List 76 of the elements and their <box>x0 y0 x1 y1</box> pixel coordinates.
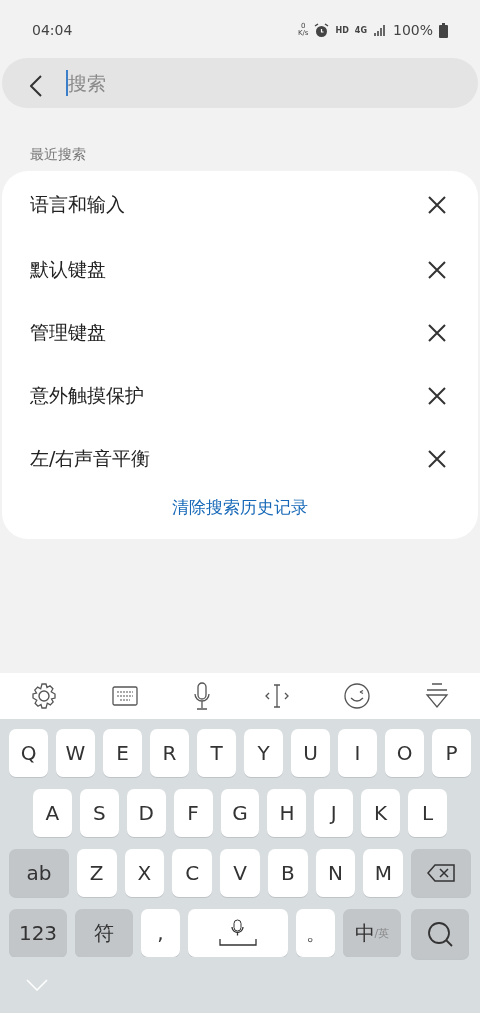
recent-search-item[interactable]: 意外触摸保护 <box>30 382 426 409</box>
key[interactable]: D <box>126 789 166 837</box>
settings-icon <box>31 683 58 709</box>
key[interactable]: P <box>432 729 471 777</box>
settings-button[interactable] <box>31 683 58 709</box>
backspace-icon <box>427 864 456 882</box>
keyboard-icon <box>112 686 138 706</box>
key[interactable]: A <box>33 789 72 837</box>
key[interactable]: 。 <box>296 909 335 957</box>
network-type: 4G <box>354 25 367 35</box>
back-icon <box>30 75 42 97</box>
key[interactable]: B <box>267 849 308 897</box>
close-icon <box>428 449 446 468</box>
alarm-icon <box>314 22 330 38</box>
search-field[interactable]: 搜索 <box>2 58 478 108</box>
key[interactable]: M <box>363 849 404 897</box>
hide-keyboard-button[interactable] <box>424 683 449 709</box>
key[interactable]: G <box>220 789 260 837</box>
remove-button[interactable] <box>426 321 448 344</box>
key[interactable]: W <box>56 729 95 777</box>
key[interactable]: L <box>408 789 447 837</box>
signal-icon <box>372 24 387 36</box>
search-key[interactable] <box>410 909 469 959</box>
key[interactable]: Z <box>76 849 117 897</box>
key[interactable]: , <box>141 909 180 957</box>
key[interactable]: S <box>79 789 119 837</box>
remove-button[interactable] <box>426 258 448 281</box>
clock: 04:04 <box>32 22 74 38</box>
space-key[interactable] <box>187 909 289 957</box>
hd-indicator: HD <box>335 25 349 35</box>
text-cursor-icon <box>265 683 290 709</box>
recent-search-item[interactable]: 默认键盘 <box>30 256 426 283</box>
key[interactable]: 123 <box>9 909 67 957</box>
key[interactable]: H <box>267 789 307 837</box>
key[interactable]: Q <box>9 729 48 777</box>
space-mic-icon <box>218 919 258 947</box>
remove-button[interactable] <box>426 194 448 216</box>
recent-search-item[interactable]: 左/右声音平衡 <box>30 445 426 472</box>
section-heading: 最近搜索 <box>29 145 87 164</box>
close-icon <box>428 386 446 405</box>
key[interactable]: J <box>314 789 354 837</box>
key[interactable]: R <box>150 729 189 777</box>
key[interactable]: O <box>385 729 424 777</box>
cursor-button[interactable] <box>265 683 290 709</box>
emoji-icon <box>343 683 370 709</box>
close-icon <box>428 323 446 342</box>
collapse-icon <box>424 683 449 709</box>
key[interactable]: F <box>173 789 213 837</box>
close-icon <box>428 260 446 279</box>
key[interactable]: V <box>220 849 260 897</box>
keyboard-button[interactable] <box>112 686 138 706</box>
recent-search-item[interactable]: 管理键盘 <box>30 319 426 346</box>
search-icon <box>426 921 453 947</box>
key[interactable]: C <box>172 849 213 897</box>
microphone-icon <box>192 682 211 710</box>
key[interactable]: I <box>338 729 377 777</box>
recent-search-item[interactable]: 语言和输入 <box>30 192 426 218</box>
close-icon <box>428 196 446 214</box>
key[interactable]: K <box>361 789 401 837</box>
key[interactable]: T <box>197 729 236 777</box>
key[interactable]: ab <box>9 849 69 897</box>
battery-icon <box>439 22 448 38</box>
key[interactable]: Y <box>244 729 283 777</box>
backspace-key[interactable] <box>411 849 471 897</box>
key[interactable]: E <box>103 729 142 777</box>
emoji-button[interactable] <box>343 683 370 709</box>
remove-button[interactable] <box>426 447 448 470</box>
key[interactable]: N <box>315 849 356 897</box>
key[interactable]: U <box>291 729 330 777</box>
key[interactable]: 符 <box>75 909 134 957</box>
clear-history-link[interactable]: 清除搜索历史记录 <box>172 496 308 519</box>
key[interactable]: X <box>124 849 165 897</box>
battery-level: 100% <box>392 22 433 38</box>
voice-input-button[interactable] <box>192 682 211 710</box>
remove-button[interactable] <box>426 384 448 407</box>
chevron-down-icon <box>26 979 48 991</box>
